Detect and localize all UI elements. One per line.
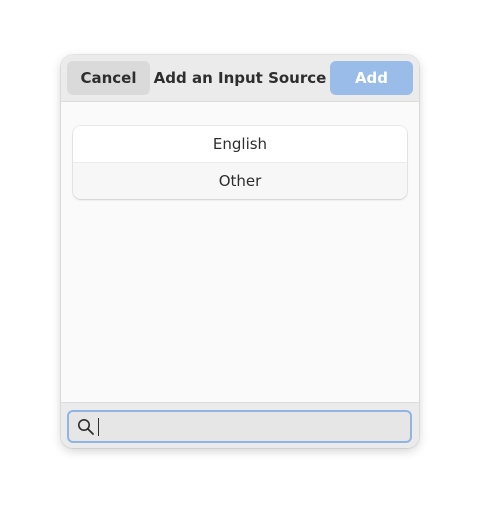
dialog-title: Add an Input Source xyxy=(153,69,327,87)
list-item-english[interactable]: English xyxy=(73,126,407,163)
search-bar xyxy=(61,402,419,448)
list-item-other[interactable]: Other xyxy=(73,163,407,199)
add-button[interactable]: Add xyxy=(330,61,413,95)
header-bar: Cancel Add an Input Source Add xyxy=(61,55,419,102)
input-source-list: English Other xyxy=(73,126,407,199)
cancel-button[interactable]: Cancel xyxy=(67,61,150,95)
add-input-source-dialog: Cancel Add an Input Source Add English O… xyxy=(61,55,419,448)
search-icon xyxy=(78,419,94,435)
search-input[interactable] xyxy=(67,410,412,443)
text-caret xyxy=(98,418,99,436)
